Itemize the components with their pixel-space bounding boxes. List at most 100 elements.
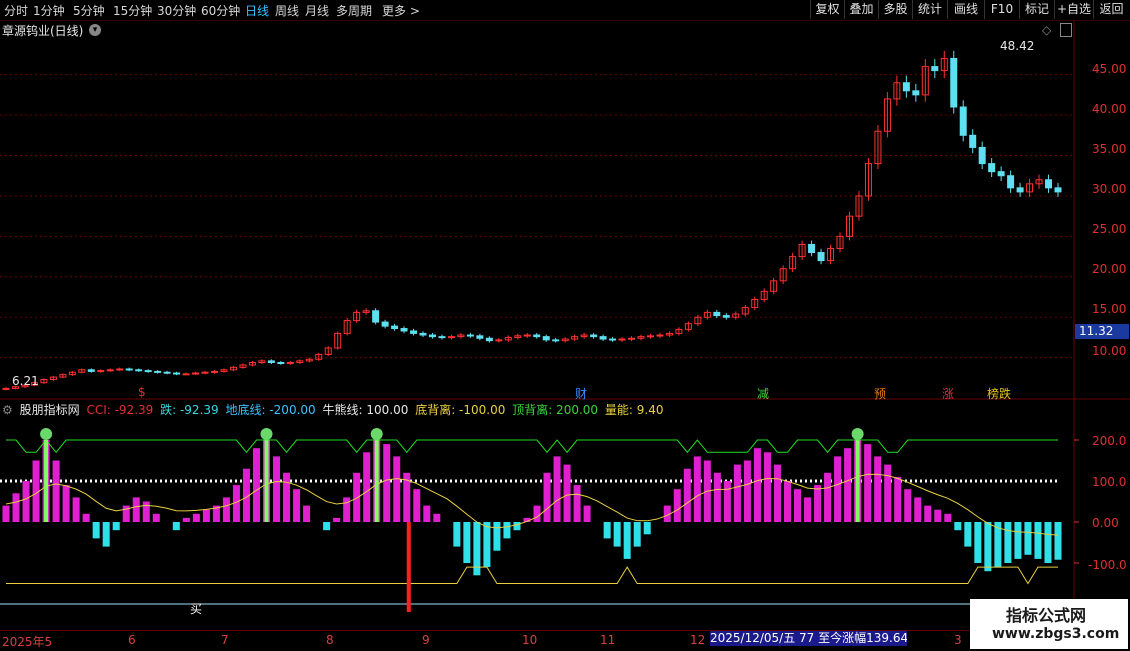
cci-bar <box>303 505 311 522</box>
candle-body <box>618 338 626 341</box>
price-axis-label: 10.00 <box>1092 344 1127 358</box>
cci-bar <box>834 456 842 522</box>
event-marker[interactable]: $ <box>138 385 146 399</box>
cci-bar <box>844 448 852 522</box>
watermark-line1: 指标公式网 <box>1006 606 1087 625</box>
settings-icon[interactable]: ⚙ <box>2 403 13 417</box>
date-label: 2025年5 <box>2 635 53 649</box>
cci-bar <box>2 505 10 522</box>
cci-bar <box>1004 522 1012 563</box>
date-axis: 2025年5 6 7 8 9 10 11 12 3 <box>0 630 1075 651</box>
candle-body <box>447 336 455 339</box>
candle-body <box>628 337 636 340</box>
low-price-marker: 6.21 <box>12 374 39 388</box>
candle-body <box>116 368 124 371</box>
candle-body <box>959 106 967 136</box>
cci-bar <box>683 468 691 522</box>
cci-bar <box>914 497 922 522</box>
sell-signal-icon <box>260 428 273 440</box>
cci-bar <box>393 456 401 522</box>
cci-bar <box>453 522 461 547</box>
legend-dingbeili: 顶背离: 200.00 <box>512 403 599 417</box>
candle-body <box>950 57 958 108</box>
event-marker[interactable]: 预 <box>874 385 886 402</box>
cci-bar <box>573 485 581 522</box>
price-axis-label: 25.00 <box>1092 222 1127 236</box>
cci-bar <box>874 456 882 522</box>
cci-bar <box>363 452 371 522</box>
bottom-divergence-line <box>6 566 1058 585</box>
candle-body <box>372 310 380 323</box>
cci-bar <box>773 464 781 522</box>
date-label: 7 <box>221 633 229 647</box>
legend-cci: CCI: -92.39 <box>86 403 154 417</box>
sell-signal-bar <box>44 440 49 522</box>
cci-bar <box>643 522 651 535</box>
buy-signal-bar <box>406 522 411 612</box>
kline-chart[interactable] <box>0 0 1130 650</box>
sell-signal-bar <box>855 440 860 522</box>
candle-body <box>192 372 200 375</box>
cci-bar <box>633 522 641 547</box>
cci-bar <box>283 472 291 522</box>
event-marker[interactable]: 财 <box>575 385 587 402</box>
candle-body <box>277 362 285 365</box>
candle-body <box>1007 175 1015 189</box>
sell-signal-bar <box>374 440 379 522</box>
candle-body <box>428 334 436 338</box>
candle-body <box>154 370 162 373</box>
cci-bar <box>62 485 70 522</box>
indicator-axis-label: 200.0 <box>1092 434 1127 448</box>
cci-bar <box>1044 522 1052 563</box>
cci-bar <box>202 509 210 522</box>
price-axis-label: 45.00 <box>1092 62 1127 76</box>
candle-body <box>381 321 389 327</box>
candle-body <box>1054 187 1062 193</box>
candle-body <box>931 66 939 72</box>
candle-body <box>1016 187 1024 193</box>
cci-bar <box>924 505 932 522</box>
info-bar: 2025/12/05/五 77 至今涨幅139.64% <box>710 631 907 646</box>
cci-bar <box>743 460 751 522</box>
cci-bar <box>82 513 90 522</box>
cci-bar <box>793 489 802 522</box>
sell-signal-icon <box>40 428 53 440</box>
candle-body <box>722 315 730 318</box>
cci-bar <box>753 448 761 522</box>
event-marker[interactable]: 榜跌 <box>987 385 1011 402</box>
cci-bar <box>824 472 832 522</box>
candle-body <box>542 336 550 341</box>
price-axis-label: 15.00 <box>1092 302 1127 316</box>
cci-bar <box>1054 522 1062 560</box>
cci-bar <box>252 448 260 522</box>
watermark-logo: 指标公式网 www.zbgs3.com <box>970 599 1128 649</box>
candle-body <box>201 371 209 374</box>
candle-body <box>523 334 531 337</box>
candle-body <box>182 373 190 376</box>
price-axis-label: 20.00 <box>1092 262 1127 276</box>
cci-bar <box>52 460 60 522</box>
cci-bar <box>944 513 952 522</box>
cci-bar <box>503 522 511 539</box>
legend-didi: 地底线: -200.00 <box>225 403 316 417</box>
cci-bar <box>222 497 230 522</box>
candle-body <box>286 362 294 365</box>
cci-bar <box>723 481 731 522</box>
cci-bar <box>1034 522 1042 559</box>
cci-bar <box>733 464 741 522</box>
sell-signal-bar <box>264 440 269 522</box>
candle-body <box>163 371 171 374</box>
candle-body <box>609 338 617 341</box>
candle-body <box>902 82 910 92</box>
cci-bar <box>142 501 150 522</box>
price-axis-label: 35.00 <box>1092 142 1127 156</box>
cci-bar <box>603 522 611 539</box>
date-label: 9 <box>422 633 430 647</box>
event-marker[interactable]: 涨 <box>942 385 954 402</box>
cci-bar <box>112 522 120 531</box>
price-axis-label: 30.00 <box>1092 182 1127 196</box>
legend-die: 跌: -92.39 <box>160 403 219 417</box>
indicator-name[interactable]: 股朋指标网 <box>20 403 80 417</box>
date-label: 3 <box>954 633 962 647</box>
event-marker[interactable]: 减 <box>757 385 769 402</box>
